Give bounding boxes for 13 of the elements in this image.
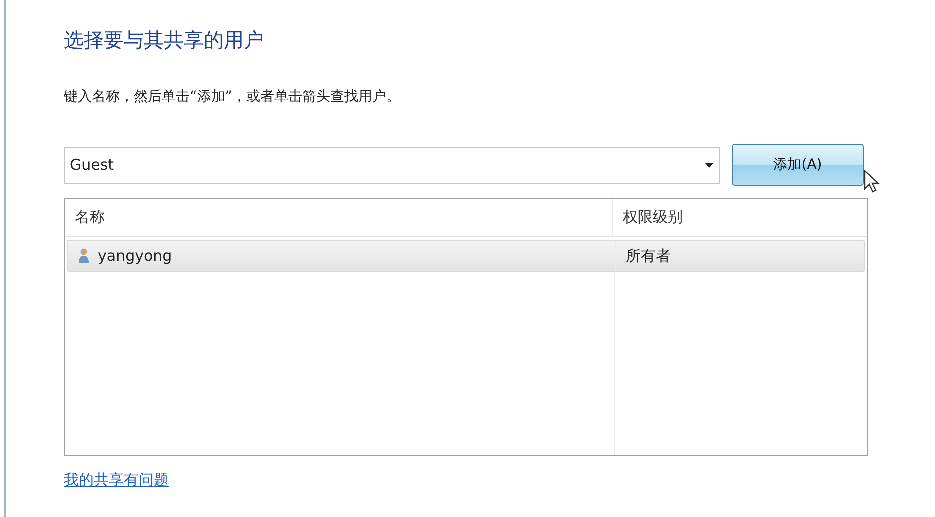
mouse-pointer-icon (864, 170, 880, 194)
dropdown-caret-icon[interactable] (705, 162, 714, 168)
help-link[interactable]: 我的共享有问题 (64, 471, 169, 489)
instruction-text: 键入名称，然后单击“添加”，或者单击箭头查找用户。 (64, 88, 402, 107)
column-header[interactable]: 权限级别 (623, 208, 683, 227)
dialog-title: 选择要与其共享的用户 (64, 27, 265, 54)
user-name: yangyong (98, 247, 172, 265)
column-header[interactable]: 名称 (75, 208, 105, 227)
user-icon (78, 248, 90, 264)
permission-level: 所有者 (626, 246, 671, 266)
add-button[interactable]: 添加(A) (732, 144, 864, 186)
name-combo-box[interactable]: Guest (64, 146, 720, 184)
user-row[interactable]: yangyong 所有者 (67, 240, 865, 272)
